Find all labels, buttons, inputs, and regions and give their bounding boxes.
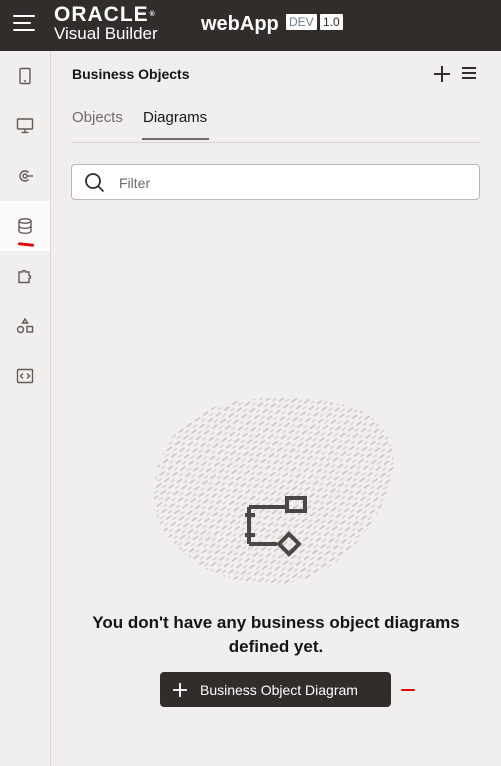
app-header: ORACLE® Visual Builder webApp DEV 1.0 <box>0 0 501 51</box>
version-badge: 1.0 <box>320 14 343 30</box>
mobile-icon <box>19 67 31 85</box>
annotation-mark <box>17 242 35 247</box>
env-badge: DEV <box>286 14 317 30</box>
filter-box <box>71 164 480 200</box>
navigator-rail <box>0 51 51 766</box>
rail-item-web[interactable] <box>0 101 50 151</box>
shapes-icon <box>16 317 34 334</box>
selected-tab-indicator <box>142 138 209 140</box>
tab-objects[interactable]: Objects <box>72 109 123 126</box>
diagram-empty-illustration <box>153 397 394 585</box>
database-icon <box>18 218 32 235</box>
rail-item-services[interactable] <box>0 151 50 201</box>
tab-bar: Objects Diagrams <box>72 109 480 143</box>
annotation-mark <box>401 689 415 691</box>
puzzle-icon <box>18 269 32 284</box>
create-button-label: Business Object Diagram <box>200 681 358 698</box>
hamburger-menu-icon[interactable] <box>13 15 35 33</box>
plus-icon <box>173 682 187 697</box>
add-icon[interactable] <box>432 64 452 84</box>
filter-input[interactable] <box>117 171 461 195</box>
code-icon <box>16 368 34 384</box>
desktop-icon <box>16 118 34 134</box>
business-objects-panel: Business Objects Objects Diagrams Filter… <box>51 51 501 766</box>
tab-diagrams[interactable]: Diagrams <box>143 109 207 126</box>
panel-menu-icon[interactable] <box>462 67 476 81</box>
rail-item-source[interactable] <box>0 351 50 401</box>
rail-item-processes[interactable] <box>0 301 50 351</box>
oracle-logo: ORACLE® <box>54 3 156 26</box>
rail-item-components[interactable] <box>0 251 50 301</box>
panel-title: Business Objects <box>72 66 190 82</box>
product-name: Visual Builder <box>54 24 158 43</box>
rail-item-mobile[interactable] <box>0 51 50 101</box>
rail-item-business-objects[interactable] <box>0 201 50 251</box>
empty-state-message: You don't have any business object diagr… <box>92 613 460 656</box>
search-icon <box>85 173 105 193</box>
create-business-object-diagram-button[interactable]: Business Object Diagram <box>160 672 391 707</box>
service-connection-icon <box>19 170 33 182</box>
app-name: webApp <box>201 13 279 35</box>
